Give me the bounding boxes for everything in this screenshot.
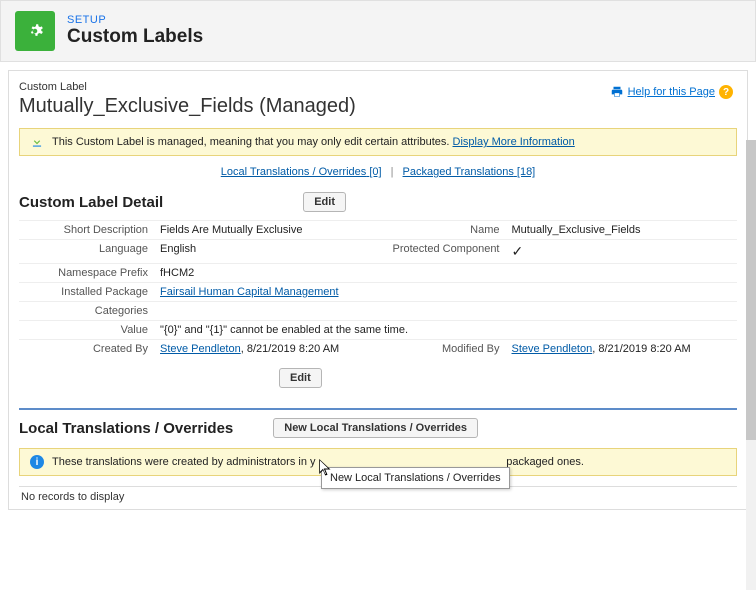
local-translations-link[interactable]: Local Translations / Overrides [0] (221, 166, 382, 178)
categories-value (154, 302, 737, 321)
new-local-translations-button[interactable]: New Local Translations / Overrides (273, 418, 478, 438)
edit-button-bottom[interactable]: Edit (279, 368, 322, 388)
installed-label: Installed Package (19, 283, 154, 302)
main-panel: Help for this Page ? Custom Label Mutual… (8, 70, 748, 510)
tooltip: New Local Translations / Overrides (321, 467, 510, 489)
language-value: English (154, 240, 386, 264)
created-value: Steve Pendleton, 8/21/2019 8:20 AM (154, 340, 386, 359)
namespace-label: Namespace Prefix (19, 264, 154, 283)
help-row: Help for this Page ? (610, 85, 733, 99)
protected-value: ✓ (506, 240, 738, 264)
help-icon[interactable]: ? (719, 85, 733, 99)
short-desc-value: Fields Are Mutually Exclusive (154, 221, 386, 240)
installed-link[interactable]: Fairsail Human Capital Management (160, 286, 339, 298)
local-translations-section: Local Translations / Overrides New Local… (19, 408, 737, 507)
help-link[interactable]: Help for this Page (628, 86, 715, 98)
scrollbar-thumb[interactable] (746, 140, 756, 440)
value-label: Value (19, 321, 154, 340)
created-label: Created By (19, 340, 154, 359)
detail-table: Short Description Fields Are Mutually Ex… (19, 220, 737, 358)
display-more-link[interactable]: Display More Information (453, 136, 575, 148)
managed-notice: This Custom Label is managed, meaning th… (19, 128, 737, 156)
header-text: SETUP Custom Labels (67, 14, 203, 48)
print-icon[interactable] (610, 85, 624, 99)
modified-value: Steve Pendleton, 8/21/2019 8:20 AM (506, 340, 738, 359)
name-label: Name (386, 221, 506, 240)
modified-user-link[interactable]: Steve Pendleton (512, 343, 593, 355)
edit-button[interactable]: Edit (303, 192, 346, 212)
protected-label: Protected Component (386, 240, 506, 264)
download-icon (30, 135, 44, 149)
short-desc-label: Short Description (19, 221, 154, 240)
created-user-link[interactable]: Steve Pendleton (160, 343, 241, 355)
sub-links: Local Translations / Overrides [0] | Pac… (19, 166, 737, 178)
detail-header: Custom Label Detail Edit (19, 192, 737, 212)
language-label: Language (19, 240, 154, 264)
value-value: "{0}" and "{1}" cannot be enabled at the… (154, 321, 737, 340)
check-icon: ✓ (512, 243, 524, 259)
name-value: Mutually_Exclusive_Fields (506, 221, 738, 240)
cursor-icon (317, 457, 335, 482)
detail-heading: Custom Label Detail (19, 194, 163, 211)
gear-icon (15, 11, 55, 51)
namespace-value: fHCM2 (154, 264, 737, 283)
no-records: No records to display (19, 486, 737, 507)
notice-text: This Custom Label is managed, meaning th… (52, 136, 575, 148)
categories-label: Categories (19, 302, 154, 321)
modified-label: Modified By (386, 340, 506, 359)
scrollbar[interactable] (746, 140, 756, 590)
page-title: Custom Labels (67, 26, 203, 48)
setup-crumb: SETUP (67, 14, 203, 26)
page-header: SETUP Custom Labels (0, 0, 756, 62)
packaged-translations-link[interactable]: Packaged Translations [18] (403, 166, 536, 178)
info-icon: i (30, 455, 44, 469)
section2-heading: Local Translations / Overrides (19, 420, 233, 437)
